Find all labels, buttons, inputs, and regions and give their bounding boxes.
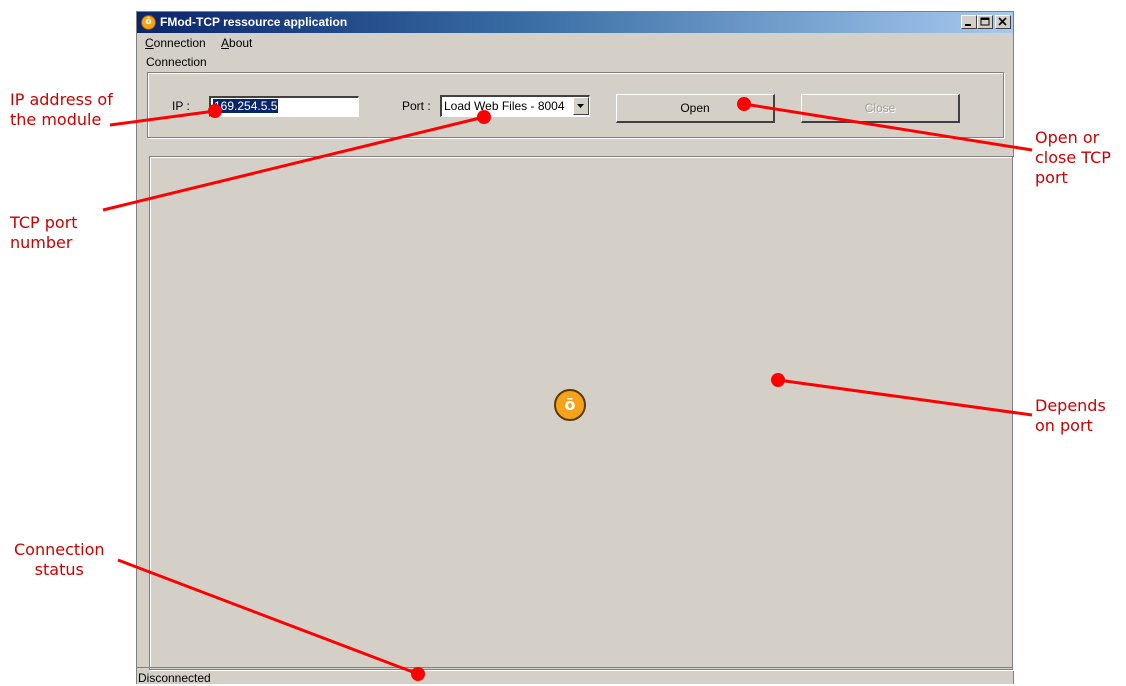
title-bar[interactable]: ō FMod-TCP ressource application — [137, 12, 1013, 33]
ip-address-input[interactable]: 169.254.5.5 — [209, 96, 359, 117]
menu-about[interactable]: About — [221, 36, 252, 50]
close-window-button[interactable] — [995, 15, 1011, 29]
minimize-icon — [965, 24, 971, 26]
close-icon — [998, 17, 1007, 26]
ip-address-value: 169.254.5.5 — [213, 99, 279, 113]
fmod-logo-icon: ō — [554, 389, 586, 421]
status-bar: Disconnected — [137, 667, 1013, 686]
chevron-down-icon — [577, 104, 584, 108]
port-dropdown-button[interactable] — [573, 97, 589, 115]
maximize-button[interactable] — [977, 15, 993, 29]
annotation-ip: IP address of the module — [10, 90, 113, 129]
menu-bar: Connection About — [137, 33, 1013, 53]
annotation-connection-status: Connection status — [14, 540, 105, 579]
maximize-icon — [980, 17, 990, 26]
annotation-open-close: Open or close TCP port — [1035, 128, 1111, 187]
port-select-value: Load Web Files - 8004 — [444, 99, 565, 113]
window-title: FMod-TCP ressource application — [160, 15, 348, 29]
minimize-button[interactable] — [961, 15, 977, 29]
annotation-port: TCP port number — [10, 213, 78, 252]
connection-group-legend: Connection — [144, 55, 209, 69]
ip-label: IP : — [172, 99, 190, 113]
close-button[interactable]: Close — [801, 94, 960, 123]
menu-connection[interactable]: Connection — [145, 36, 206, 50]
connection-status: Disconnected — [138, 671, 211, 685]
annotation-depends: Depends on port — [1035, 396, 1106, 435]
fmod-logo-icon: ō — [141, 15, 156, 30]
open-button[interactable]: Open — [616, 94, 775, 123]
port-label: Port : — [402, 99, 431, 113]
port-select[interactable]: Load Web Files - 8004 — [440, 95, 590, 117]
